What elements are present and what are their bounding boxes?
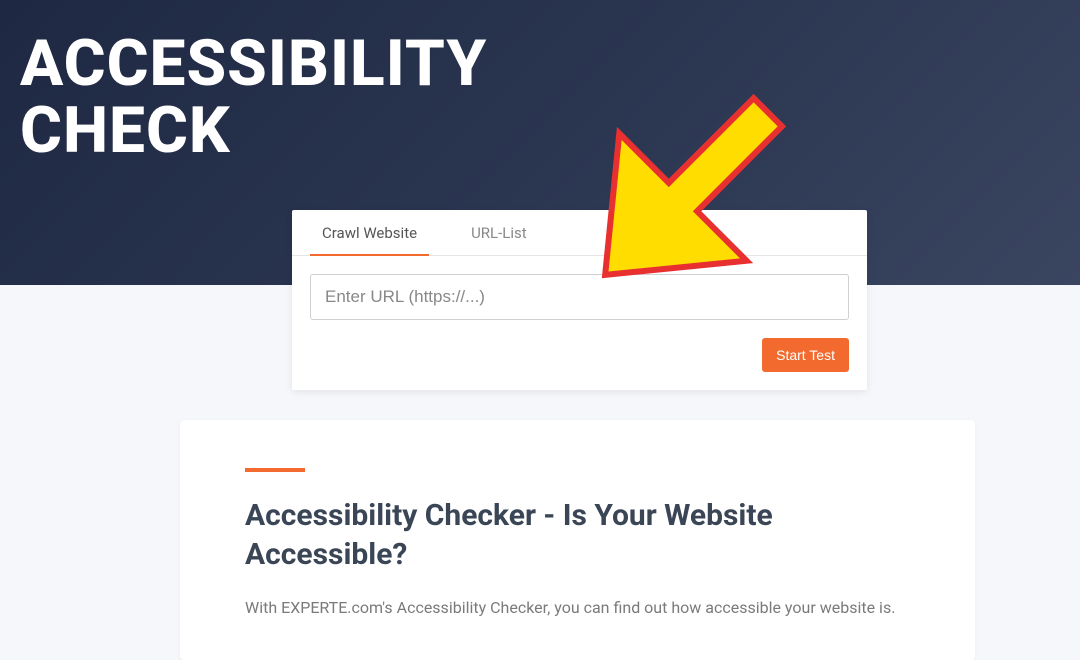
content-paragraph: With EXPERTE.com's Accessibility Checker… — [245, 596, 910, 620]
title-line-1: ACCESSIBILITY — [20, 26, 487, 101]
content-heading: Accessibility Checker - Is Your Website … — [245, 496, 910, 574]
url-test-card: Crawl Website URL-List Start Test — [292, 210, 867, 390]
card-body — [292, 256, 867, 338]
page-title: ACCESSIBILITY CHECK — [20, 30, 1060, 164]
accent-line — [245, 468, 305, 472]
title-line-2: CHECK — [20, 93, 231, 168]
tabs-container: Crawl Website URL-List — [292, 210, 867, 256]
tab-crawl-website[interactable]: Crawl Website — [310, 210, 429, 256]
start-test-button[interactable]: Start Test — [762, 338, 849, 372]
content-card: Accessibility Checker - Is Your Website … — [180, 420, 975, 660]
card-actions: Start Test — [292, 338, 867, 390]
tab-url-list[interactable]: URL-List — [459, 210, 539, 256]
url-input[interactable] — [310, 274, 849, 320]
